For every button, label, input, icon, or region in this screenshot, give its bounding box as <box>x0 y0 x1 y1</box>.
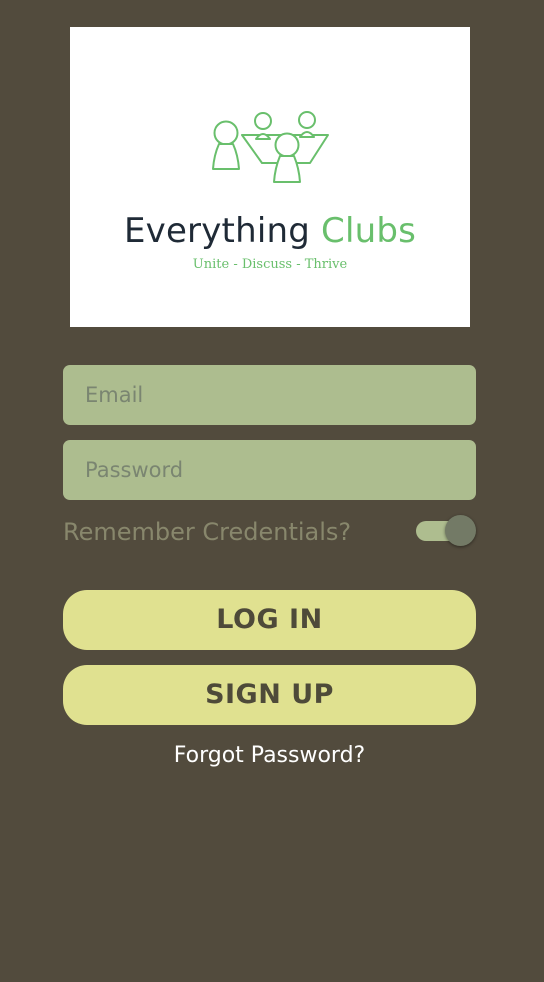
remember-credentials-label: Remember Credentials? <box>63 518 352 546</box>
email-field[interactable] <box>63 365 476 425</box>
signup-button[interactable]: SIGN UP <box>63 665 476 725</box>
brand-name-part2: Clubs <box>321 211 417 251</box>
brand-name: Everything Clubs <box>70 211 470 251</box>
club-members-table-icon <box>212 111 329 183</box>
remember-credentials-toggle[interactable] <box>415 515 477 547</box>
brand-tagline: Unite - Discuss - Thrive <box>192 257 348 272</box>
login-button[interactable]: LOG IN <box>63 590 476 650</box>
forgot-password-link[interactable]: Forgot Password? <box>63 740 476 772</box>
password-field[interactable] <box>63 440 476 500</box>
toggle-thumb <box>445 515 476 546</box>
brand-name-part1: Everything <box>123 211 311 251</box>
logo-card: Everything Clubs Unite - Discuss - Thriv… <box>70 27 470 327</box>
